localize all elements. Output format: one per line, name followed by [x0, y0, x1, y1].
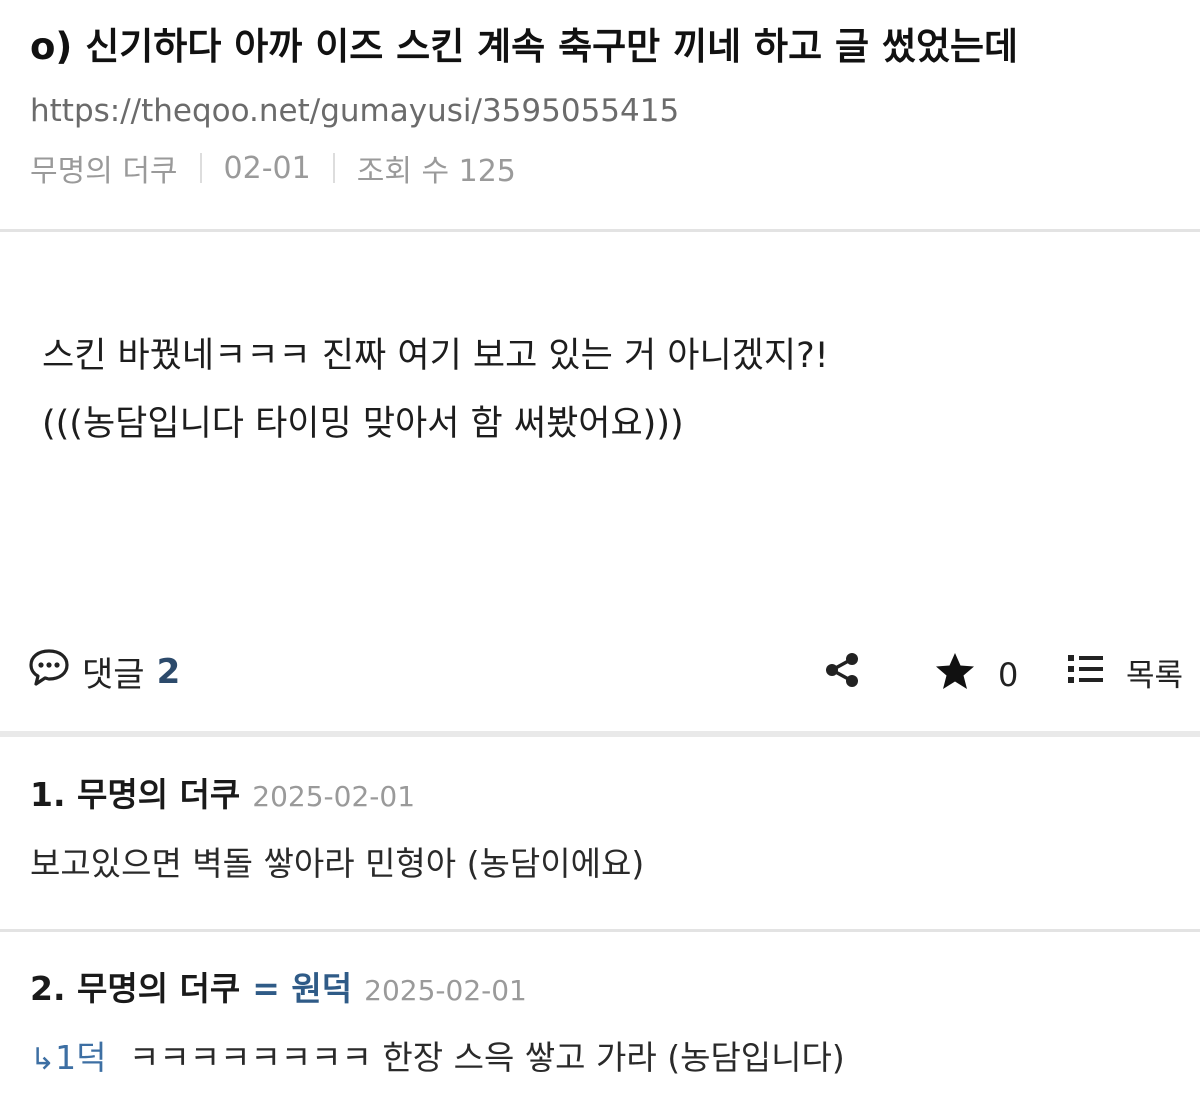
reply-arrow-icon: ↳	[30, 1042, 56, 1077]
reply-mention[interactable]: ↳1덕	[30, 1038, 107, 1077]
comment-count: 2	[156, 651, 181, 692]
post-body-line: 스킨 바꿨네ㅋㅋㅋ 진짜 여기 보고 있는 거 아니겠지?!	[42, 336, 829, 376]
star-button[interactable]: 0	[934, 650, 1018, 700]
comment-text: 보고있으면 벽돌 쌓아라 민형아 (농담이에요)	[30, 844, 645, 883]
comment-date: 2025-02-01	[252, 780, 416, 813]
action-bar: 댓글 2 0 목록	[0, 640, 1200, 704]
comment-text-row: ↳1덕 ㅋㅋㅋㅋㅋㅋㅋㅋ 한장 스윽 쌓고 가라 (농담입니다)	[30, 1030, 1170, 1088]
list-button[interactable]: 목록	[1066, 650, 1183, 695]
comment-divider	[0, 929, 1200, 932]
meta-divider	[332, 153, 335, 183]
comment-icon	[28, 646, 70, 697]
post-page: o) 신기하다 아까 이즈 스킨 계속 축구만 끼네 하고 글 썼었는데 htt…	[0, 0, 1200, 1113]
meta-divider	[199, 153, 202, 183]
post-body: 스킨 바꿨네ㅋㅋㅋ 진짜 여기 보고 있는 거 아니겠지?! (((농담입니다 …	[42, 322, 829, 458]
comment-author: 2. 무명의 더쿠	[30, 969, 241, 1008]
post-header: o) 신기하다 아까 이즈 스킨 계속 축구만 끼네 하고 글 썼었는데 htt…	[0, 0, 1200, 198]
comment-header: 2. 무명의 더쿠 = 원덕 2025-02-01	[30, 962, 1170, 1022]
list-icon	[1066, 651, 1106, 695]
post-body-line: (((농담입니다 타이밍 맞아서 함 써봤어요)))	[42, 404, 684, 444]
star-count: 0	[998, 656, 1019, 694]
post-author: 무명의 더쿠	[30, 154, 178, 189]
post-url[interactable]: https://theqoo.net/gumayusi/3595055415	[30, 86, 1170, 136]
star-icon	[934, 650, 976, 700]
reply-target: 1덕	[55, 1038, 107, 1077]
comment-label: 댓글	[82, 655, 145, 695]
post-title: o) 신기하다 아까 이즈 스킨 계속 축구만 끼네 하고 글 썼었는데	[30, 25, 1019, 68]
comment-item: 1. 무명의 더쿠 2025-02-01 보고있으면 벽돌 쌓아라 민형아 (농…	[30, 768, 1170, 892]
comment-author: 1. 무명의 더쿠	[30, 775, 241, 814]
header-divider	[0, 229, 1200, 232]
share-icon	[822, 650, 862, 698]
share-button[interactable]	[822, 650, 862, 698]
post-meta: 무명의 더쿠 02-01 조회 수 125	[30, 138, 1170, 198]
list-label: 목록	[1126, 658, 1184, 694]
comment-text: ㅋㅋㅋㅋㅋㅋㅋㅋ 한장 스윽 쌓고 가라 (농담입니다)	[129, 1038, 845, 1077]
comment-date: 2025-02-01	[364, 974, 527, 1007]
post-date: 02-01	[223, 150, 311, 186]
comments-divider	[0, 731, 1200, 737]
comment-item: 2. 무명의 더쿠 = 원덕 2025-02-01 ↳1덕 ㅋㅋㅋㅋㅋㅋㅋㅋ 한…	[30, 962, 1170, 1088]
post-views: 조회 수 125	[356, 154, 516, 189]
comment-count-button[interactable]: 댓글 2	[28, 646, 180, 697]
comment-author-tag: = 원덕	[252, 969, 353, 1008]
comment-header: 1. 무명의 더쿠 2025-02-01	[30, 768, 1170, 828]
